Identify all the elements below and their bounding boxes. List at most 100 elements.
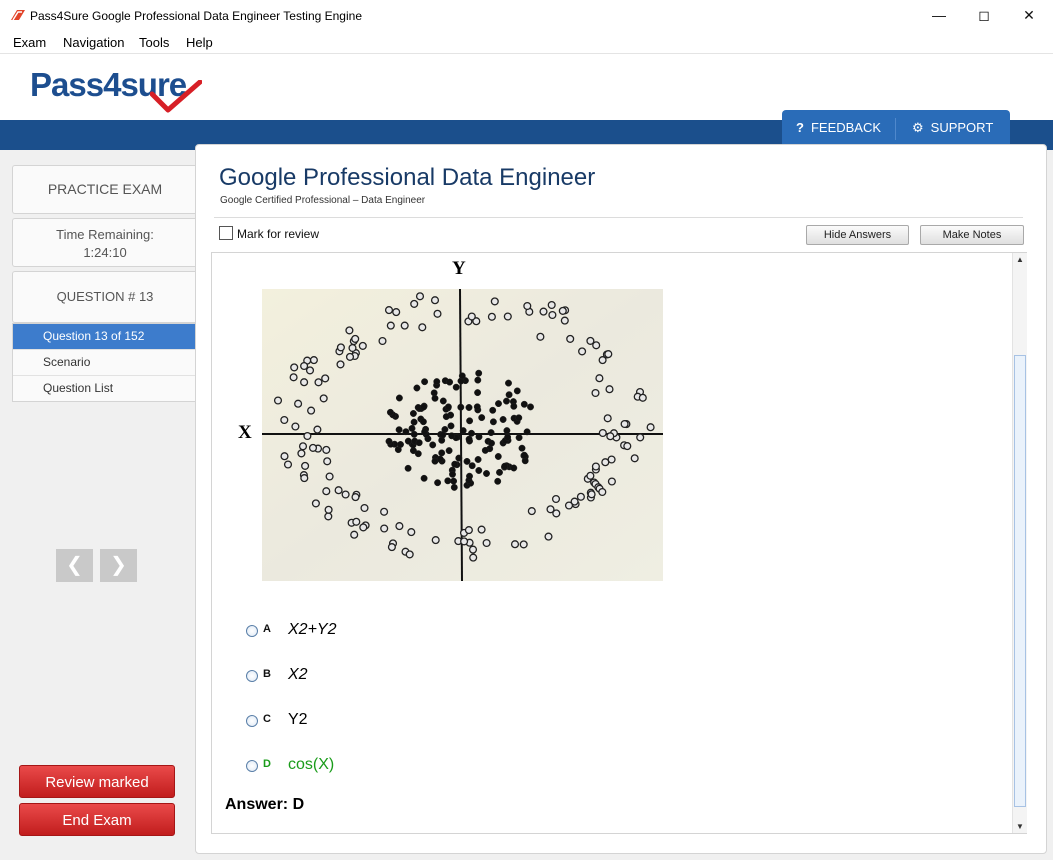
light-dot bbox=[336, 360, 345, 369]
sidebar-nav: Question 13 of 152 Scenario Question Lis… bbox=[12, 323, 197, 402]
dark-dot bbox=[504, 433, 512, 441]
prev-arrow-icon[interactable]: ❮ bbox=[56, 549, 93, 582]
next-arrow-icon[interactable]: ❯ bbox=[100, 549, 137, 582]
radio-d[interactable] bbox=[246, 760, 258, 772]
dark-dot bbox=[474, 456, 482, 463]
dark-dot bbox=[478, 414, 486, 422]
scroll-up-icon[interactable]: ▲ bbox=[1013, 254, 1027, 266]
dark-dot bbox=[487, 429, 495, 437]
scroll-thumb[interactable] bbox=[1014, 355, 1026, 807]
light-dot bbox=[418, 323, 427, 332]
light-dot bbox=[527, 507, 536, 516]
dark-dot bbox=[495, 400, 502, 408]
radio-b[interactable] bbox=[246, 670, 258, 682]
menu-exam[interactable]: Exam bbox=[13, 35, 46, 50]
dark-dot bbox=[510, 402, 518, 410]
support-button[interactable]: ⚙ SUPPORT bbox=[912, 110, 993, 146]
dark-dot bbox=[473, 403, 481, 411]
light-dot bbox=[359, 523, 368, 532]
dark-dot bbox=[510, 464, 518, 472]
light-dot bbox=[591, 462, 600, 471]
option-c-text: Y2 bbox=[288, 711, 308, 728]
make-notes-button[interactable]: Make Notes bbox=[920, 225, 1024, 245]
light-dot bbox=[378, 336, 387, 346]
dark-dot bbox=[385, 437, 393, 445]
light-dot bbox=[477, 525, 486, 534]
dark-dot bbox=[489, 406, 497, 414]
light-dot bbox=[415, 292, 425, 301]
dark-dot bbox=[419, 418, 427, 426]
light-dot bbox=[351, 493, 360, 502]
light-dot bbox=[546, 505, 555, 514]
dark-dot bbox=[434, 479, 442, 487]
light-dot bbox=[380, 524, 389, 533]
hide-answers-button[interactable]: Hide Answers bbox=[806, 225, 909, 245]
dark-dot bbox=[466, 472, 473, 480]
radio-a[interactable] bbox=[246, 625, 258, 637]
end-exam-button[interactable]: End Exam bbox=[19, 803, 175, 836]
gear-icon: ⚙ bbox=[912, 120, 924, 135]
dark-dot bbox=[518, 444, 526, 452]
light-dot bbox=[303, 431, 312, 441]
dark-dot bbox=[442, 413, 450, 421]
dark-dot bbox=[496, 468, 503, 476]
dark-dot bbox=[520, 400, 528, 408]
scroll-down-icon[interactable]: ▼ bbox=[1013, 821, 1027, 833]
light-dot bbox=[386, 321, 395, 330]
dark-dot bbox=[421, 378, 429, 386]
light-dot bbox=[630, 454, 639, 463]
menu-help[interactable]: Help bbox=[186, 35, 213, 50]
dark-dot bbox=[474, 376, 482, 384]
dark-dot bbox=[410, 430, 418, 438]
y-axis-label: Y bbox=[452, 258, 466, 279]
light-dot bbox=[547, 300, 556, 310]
dark-dot bbox=[494, 477, 502, 485]
dark-dot bbox=[404, 464, 412, 472]
menu-tools[interactable]: Tools bbox=[139, 35, 169, 50]
practice-exam-card: PRACTICE EXAM bbox=[12, 165, 197, 214]
dark-dot bbox=[463, 457, 471, 465]
light-dot bbox=[300, 474, 309, 483]
option-a-text: X2+Y2 bbox=[288, 621, 337, 638]
light-dot bbox=[407, 528, 416, 537]
light-dot bbox=[405, 550, 414, 559]
divider bbox=[214, 217, 1023, 218]
time-value: 1:24:10 bbox=[83, 245, 127, 260]
dark-dot bbox=[409, 410, 417, 417]
dark-dot bbox=[438, 449, 446, 457]
feedback-button[interactable]: ? FEEDBACK bbox=[796, 110, 881, 146]
light-dot bbox=[297, 449, 306, 458]
light-dot bbox=[334, 486, 343, 495]
light-dot bbox=[305, 366, 315, 375]
light-dot bbox=[314, 378, 323, 387]
mark-for-review[interactable]: Mark for review bbox=[219, 226, 319, 241]
menu-navigation[interactable]: Navigation bbox=[63, 35, 124, 50]
light-dot bbox=[623, 442, 632, 451]
light-dot bbox=[469, 553, 478, 562]
minimize-button[interactable]: — bbox=[916, 0, 962, 31]
radio-c[interactable] bbox=[246, 715, 258, 727]
light-dot bbox=[280, 415, 289, 425]
mark-checkbox[interactable] bbox=[219, 226, 233, 240]
light-dot bbox=[598, 356, 607, 365]
dark-dot bbox=[433, 378, 441, 386]
maximize-button[interactable]: ◻ bbox=[961, 0, 1007, 31]
dark-dot bbox=[523, 428, 531, 436]
dark-dot bbox=[494, 453, 502, 460]
light-dot bbox=[519, 540, 528, 549]
light-dot bbox=[301, 461, 310, 470]
title-bar: Pass4Sure Google Professional Data Engin… bbox=[0, 0, 1053, 31]
dark-dot bbox=[488, 439, 495, 447]
dark-dot bbox=[503, 397, 510, 405]
sidebar-item-scenario[interactable]: Scenario bbox=[13, 350, 197, 376]
light-dot bbox=[283, 460, 293, 469]
dark-dot bbox=[446, 378, 454, 386]
review-marked-button[interactable]: Review marked bbox=[19, 765, 175, 798]
close-button[interactable]: ✕ bbox=[1006, 0, 1052, 31]
sidebar-item-question-list[interactable]: Question List bbox=[13, 376, 197, 401]
content-scrollbar[interactable]: ▲ ▼ bbox=[1012, 253, 1027, 833]
dark-dot bbox=[501, 462, 509, 470]
light-dot bbox=[351, 334, 360, 343]
page-title: Google Professional Data Engineer bbox=[219, 164, 596, 191]
sidebar-item-question[interactable]: Question 13 of 152 bbox=[13, 324, 197, 350]
